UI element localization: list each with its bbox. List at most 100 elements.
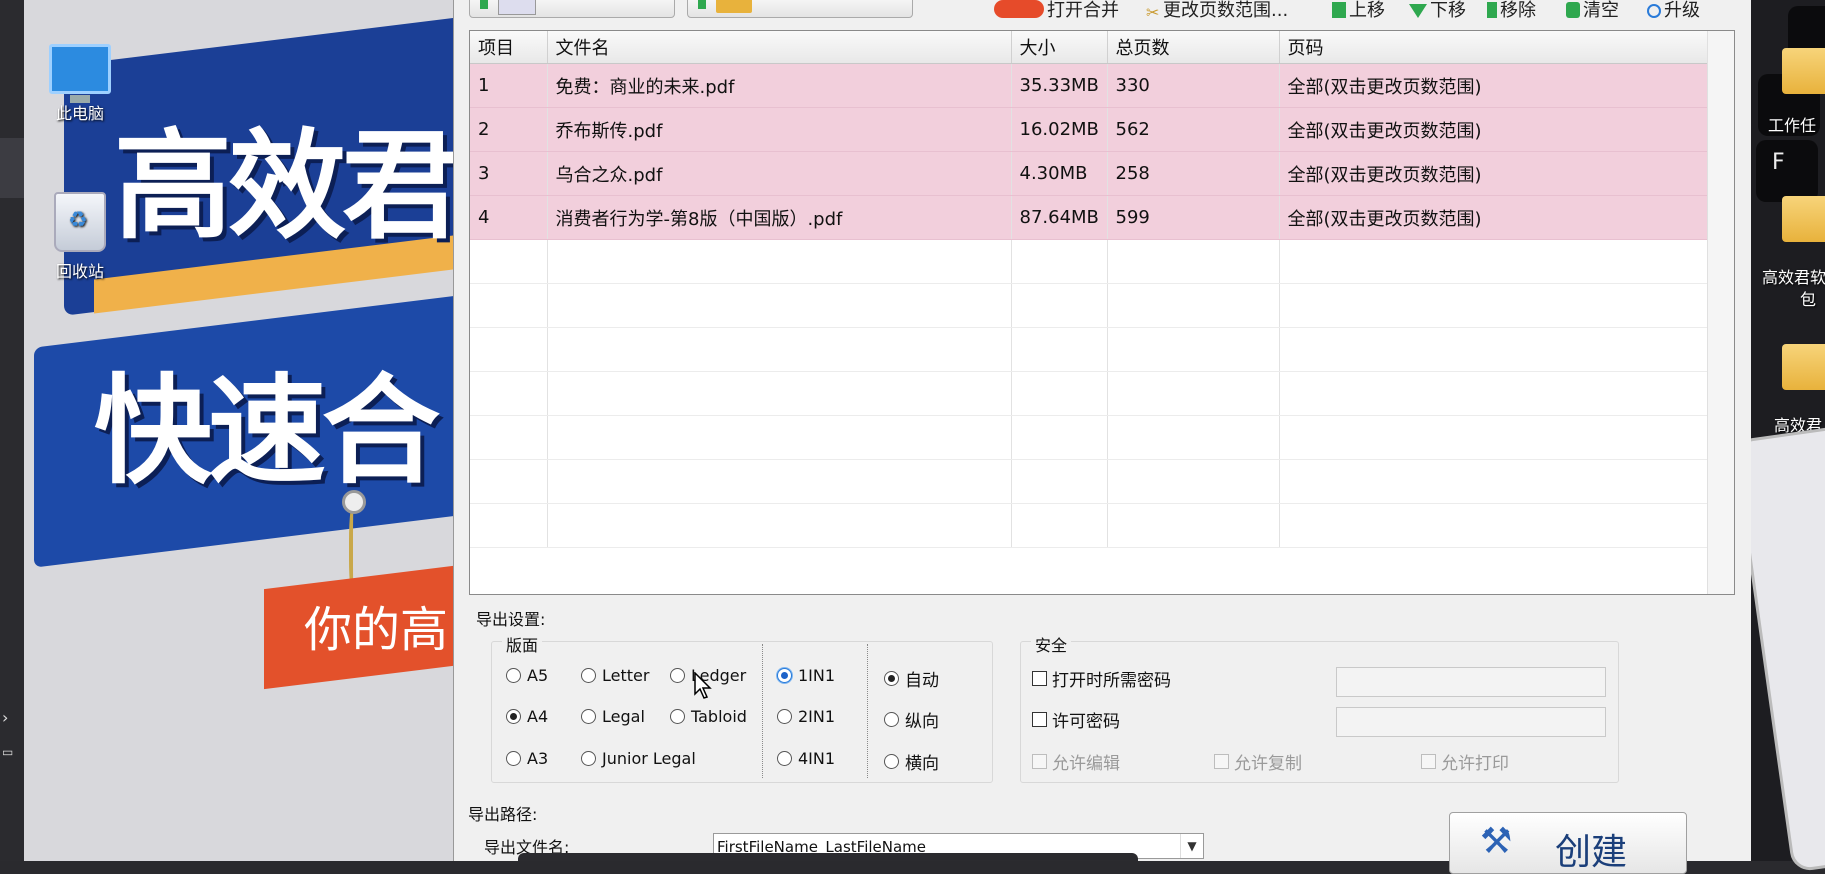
toolbar-label: 移除 [1500, 0, 1536, 21]
cell-size: 35.33MB [1011, 63, 1108, 108]
permission-password-input[interactable] [1336, 707, 1606, 737]
cell-range[interactable]: 全部(双击更改页数范围) [1279, 151, 1709, 196]
radio-label: A4 [527, 707, 549, 726]
radio-a3[interactable]: A3 [506, 749, 548, 768]
toggle-icon [994, 0, 1044, 18]
banner-headline-1: 高效君 [114, 117, 454, 255]
desktop-icon-label: 此电脑 [55, 104, 104, 123]
radio-1in1[interactable]: 1IN1 [777, 666, 835, 685]
desktop-icon-this-pc[interactable]: 此电脑 [30, 44, 130, 124]
cell-index: 3 [470, 151, 548, 196]
radio-letter[interactable]: Letter [581, 666, 649, 685]
file-list[interactable]: 项目 文件名 大小 总页数 页码 1 免费：商业的未来.pdf 35.33MB … [469, 30, 1735, 595]
cell-range[interactable]: 全部(双击更改页数范围) [1279, 107, 1709, 152]
cell-filename: 乔布斯传.pdf [547, 107, 1012, 152]
radio-a5[interactable]: A5 [506, 666, 548, 685]
radio-junior-legal[interactable]: Junior Legal [581, 749, 696, 768]
table-row[interactable]: 2 乔布斯传.pdf 16.02MB 562 全部(双击更改页数范围) [470, 107, 1709, 152]
column-header-filename[interactable]: 文件名 [547, 31, 1012, 64]
toolbar-move-down[interactable]: 下移 [1409, 0, 1466, 22]
scissors-icon: ✂ [1146, 3, 1160, 22]
permission-password-checkbox[interactable]: 许可密码 [1032, 707, 1120, 732]
cell-filename: 免费：商业的未来.pdf [547, 63, 1012, 108]
toolbar-change-range[interactable]: ✂ 更改页数范围... [1146, 0, 1288, 22]
toolbar-upgrade[interactable]: 升级 [1647, 0, 1700, 22]
radio-dot [506, 709, 521, 724]
radio-2in1[interactable]: 2IN1 [777, 707, 835, 726]
table-row[interactable]: 1 免费：商业的未来.pdf 35.33MB 330 全部(双击更改页数范围) [470, 63, 1709, 108]
radio-4in1[interactable]: 4IN1 [777, 749, 835, 768]
divider [867, 644, 868, 778]
radio-dot [581, 751, 596, 766]
folder-icon[interactable] [1782, 48, 1825, 94]
radio-auto[interactable]: 自动 [884, 666, 939, 691]
tools-icon: ⚒ [1480, 821, 1513, 862]
radio-label: Legal [602, 707, 645, 726]
radio-a4[interactable]: A4 [506, 707, 548, 726]
table-row[interactable]: 3 乌合之众.pdf 4.30MB 258 全部(双击更改页数范围) [470, 151, 1709, 196]
create-button[interactable]: ⚒ 创建 [1449, 812, 1687, 874]
radio-portrait[interactable]: 纵向 [884, 707, 939, 732]
open-password-input[interactable] [1336, 667, 1606, 697]
table-row-empty [470, 283, 1709, 328]
vertical-scrollbar[interactable] [1707, 31, 1734, 594]
file-icon [498, 0, 536, 15]
toolbar-remove[interactable]: 移除 [1487, 0, 1536, 22]
down-arrow-icon [1409, 4, 1427, 18]
toolbar-move-up[interactable]: 上移 [1332, 0, 1385, 22]
radio-label: A5 [527, 666, 549, 685]
toolbar-open-merge[interactable]: 打开合并 [994, 0, 1119, 22]
pin-icon [342, 490, 366, 514]
chevron-right-icon[interactable]: › [2, 708, 8, 727]
cell-index: 4 [470, 195, 548, 240]
toolbar-label: 更改页数范围... [1163, 0, 1289, 21]
radio-landscape[interactable]: 横向 [884, 749, 939, 774]
divider [762, 644, 763, 778]
cell-filename: 消费者行为学-第8版（中国版）.pdf [547, 195, 1012, 240]
radio-dot [884, 754, 899, 769]
desktop-icon-label: 高效君软 [1762, 268, 1825, 287]
desktop-icon-label: 包 [1800, 290, 1817, 309]
desktop-icon-label: 回收站 [55, 262, 104, 281]
folder-icon[interactable] [1782, 196, 1825, 242]
allow-edit-checkbox[interactable]: 允许编辑 [1032, 749, 1120, 774]
cell-range[interactable]: 全部(双击更改页数范围) [1279, 63, 1709, 108]
cell-range[interactable]: 全部(双击更改页数范围) [1279, 195, 1709, 240]
folder-icon[interactable] [1782, 344, 1825, 390]
table-row[interactable]: 4 消费者行为学-第8版（中国版）.pdf 87.64MB 599 全部(双击更… [470, 195, 1709, 240]
toolbar-clear[interactable]: 清空 [1566, 0, 1619, 22]
radio-dot [670, 668, 685, 683]
add-files-button[interactable] [469, 0, 675, 18]
column-header-size[interactable]: 大小 [1011, 31, 1108, 64]
desktop-icon-recycle-bin[interactable]: 回收站 [30, 192, 130, 282]
checkbox-label: 许可密码 [1052, 712, 1120, 732]
cell-index: 1 [470, 63, 548, 108]
battery-icon: ▭ [2, 745, 14, 759]
radio-dot [670, 709, 685, 724]
radio-label: Junior Legal [602, 749, 696, 768]
taskbar-item[interactable] [0, 138, 24, 198]
add-folder-button[interactable] [687, 0, 913, 18]
radio-dot [884, 712, 899, 727]
allow-copy-checkbox[interactable]: 允许复制 [1214, 749, 1302, 774]
radio-label: A3 [527, 749, 549, 768]
radio-legal[interactable]: Legal [581, 707, 645, 726]
radio-dot [581, 668, 596, 683]
toolbar-label: 上移 [1349, 0, 1385, 21]
column-header-pages[interactable]: 总页数 [1107, 31, 1280, 64]
column-header-range[interactable]: 页码 [1279, 31, 1709, 64]
checkbox-label: 打开时所需密码 [1052, 671, 1171, 691]
open-password-checkbox[interactable]: 打开时所需密码 [1032, 666, 1171, 691]
checkbox-label: 允许编辑 [1052, 754, 1120, 774]
checkbox-box [1214, 754, 1229, 769]
radio-label: Letter [602, 666, 650, 685]
layout-group-title: 版面 [502, 632, 543, 656]
radio-label: 4IN1 [798, 749, 836, 768]
allow-print-checkbox[interactable]: 允许打印 [1421, 749, 1509, 774]
table-row-empty [470, 415, 1709, 460]
chevron-down-icon[interactable]: ▼ [1180, 834, 1203, 858]
radio-tabloid[interactable]: Tabloid [670, 707, 747, 726]
checkbox-box [1032, 712, 1047, 727]
column-header-index[interactable]: 项目 [470, 31, 548, 64]
checkbox-label: 允许复制 [1234, 754, 1302, 774]
